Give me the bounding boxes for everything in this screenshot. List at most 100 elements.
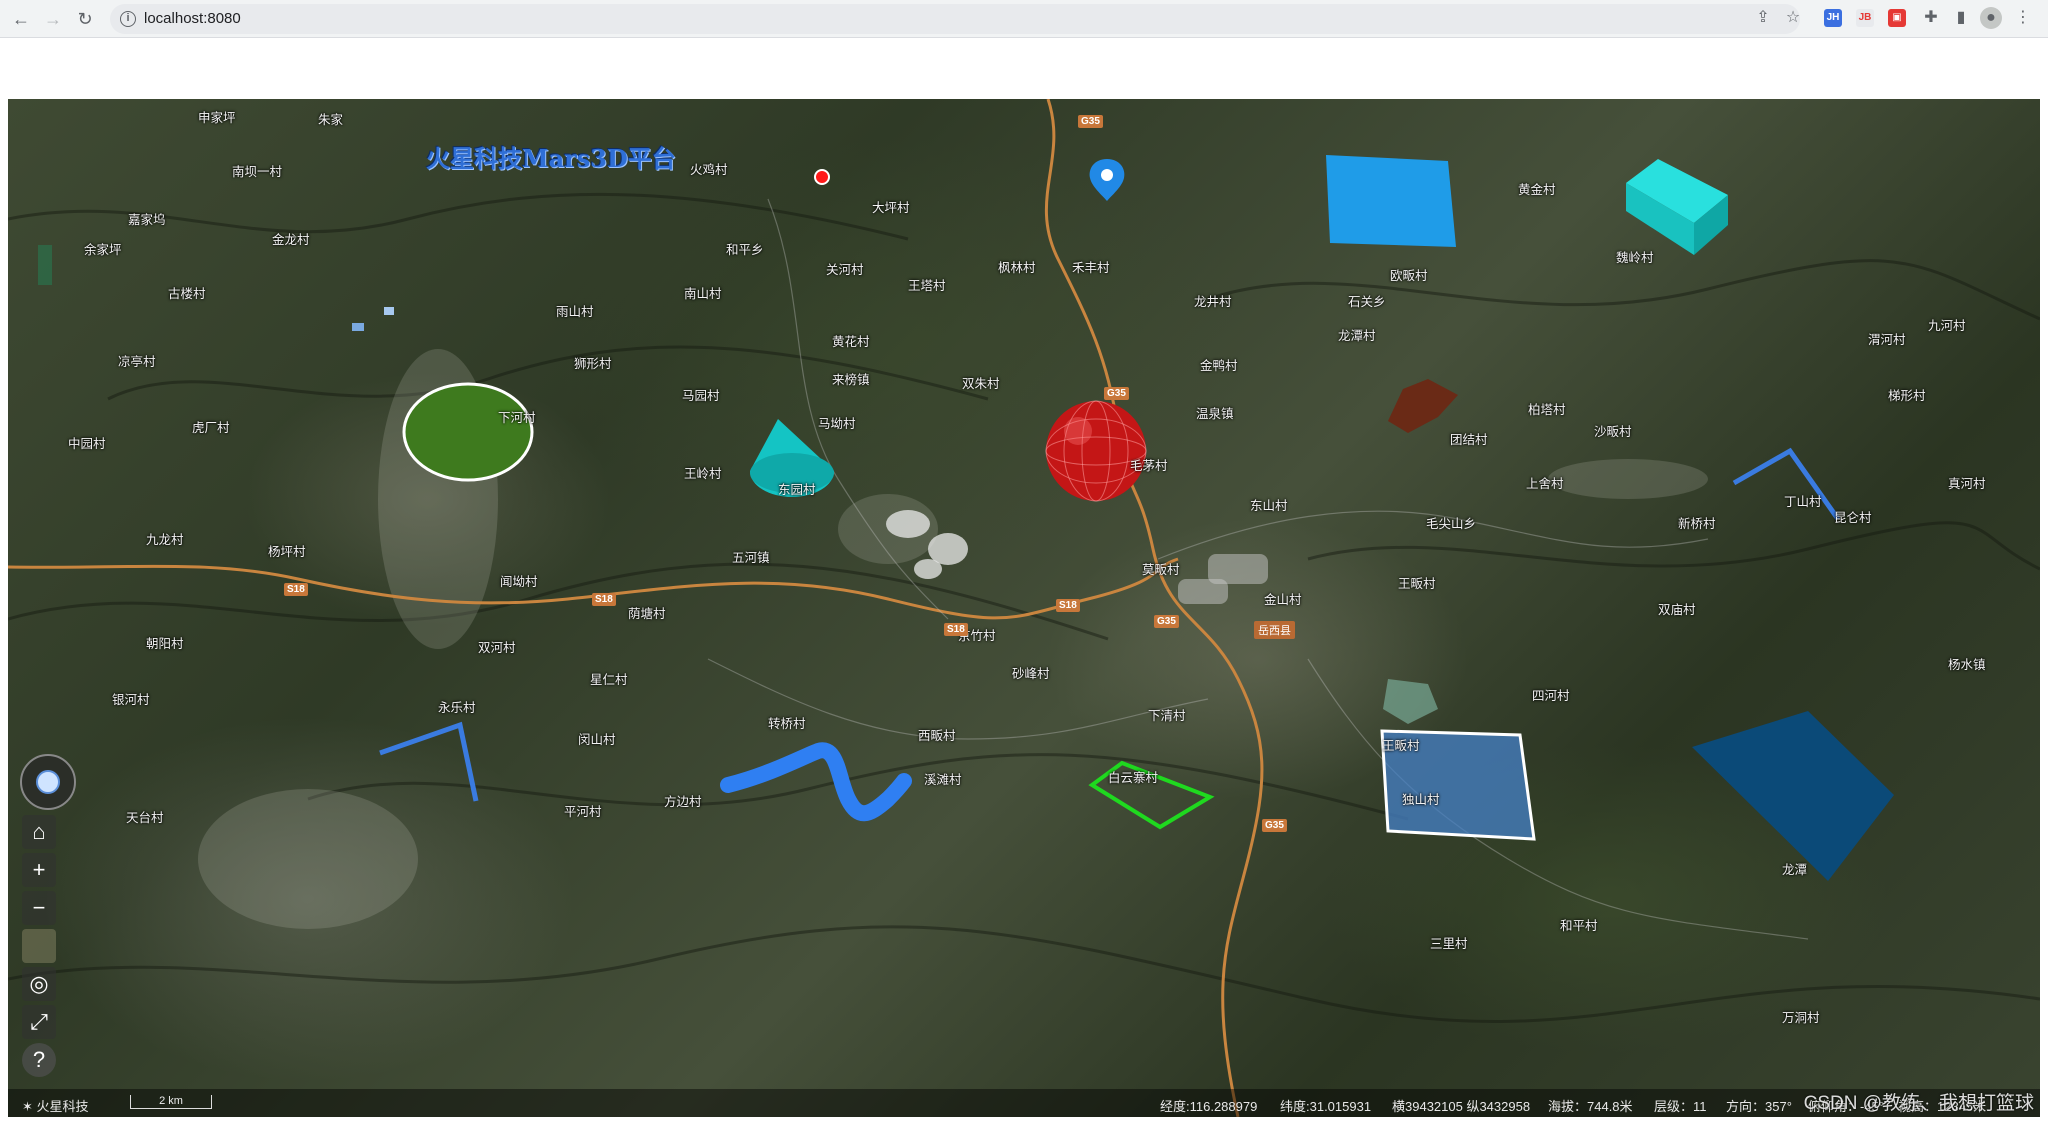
place-label: 石关乡: [1348, 295, 1386, 309]
place-label: 关河村: [826, 263, 864, 277]
latitude-readout: 纬度:31.015931: [1280, 1099, 1372, 1114]
place-label: 王畈村: [1382, 739, 1420, 753]
blue-water-rectangle-entity[interactable]: [1326, 155, 1456, 247]
zoom-in-button[interactable]: +: [22, 853, 56, 887]
place-label: 南山村: [684, 287, 722, 301]
place-label: 金山村: [1264, 593, 1302, 607]
county-label: 岳西县: [1254, 621, 1295, 639]
address-bar[interactable]: i localhost:8080: [110, 4, 1800, 34]
place-label: 双河村: [478, 641, 516, 655]
place-label: 温泉镇: [1196, 407, 1234, 421]
compass-navigator[interactable]: [20, 754, 76, 810]
place-label: 余家坪: [84, 243, 122, 257]
compass-icon[interactable]: [36, 770, 60, 794]
place-label: 毛茅村: [1130, 459, 1168, 473]
place-label: 沙畈村: [1594, 425, 1632, 439]
place-label: 王岭村: [684, 467, 722, 481]
place-label: 毛尖山乡: [1426, 517, 1477, 531]
home-icon: ⌂: [32, 819, 46, 844]
place-label: 闻坳村: [500, 575, 538, 589]
place-label: 申家坪: [198, 111, 236, 125]
road-shield-s18: S18: [592, 593, 616, 606]
road-shield-g35: G35: [1154, 615, 1179, 628]
road-shield-g35: G35: [1262, 819, 1287, 832]
profile-avatar-icon[interactable]: ●: [1980, 7, 2002, 29]
extensions-puzzle-icon[interactable]: ✚: [1920, 7, 1942, 29]
map-viewport[interactable]: 火星科技Mars3D平台 申家坪 朱家 南坝一村 嘉家坞 余家坪 古楼村 金龙村…: [8, 99, 2040, 1117]
map-graphics: [8, 99, 2040, 1117]
place-label: 龙井村: [1194, 295, 1232, 309]
basemap-picker-button[interactable]: [22, 929, 56, 963]
place-label: 狮形村: [574, 357, 612, 371]
forward-icon[interactable]: →: [40, 6, 66, 32]
extension-jh-icon[interactable]: JH: [1824, 9, 1842, 27]
county-town-area: [1178, 554, 1268, 604]
place-label: 九河村: [1928, 319, 1966, 333]
heading-readout: 方向：357°: [1726, 1099, 1792, 1114]
place-label: 独山村: [1402, 793, 1440, 807]
cyan-box-entity[interactable]: [1626, 159, 1728, 255]
blue-decal: [384, 307, 394, 315]
place-label: 下清村: [1148, 709, 1186, 723]
place-label: 西畈村: [918, 729, 956, 743]
blue-wave-polyline[interactable]: [720, 742, 912, 822]
place-label: 团结村: [1450, 433, 1488, 447]
altitude-readout: 海拔：744.8米: [1548, 1099, 1633, 1114]
back-icon[interactable]: ←: [8, 6, 34, 32]
road-shield-s18: S18: [284, 583, 308, 596]
brown-model-entity[interactable]: [1388, 379, 1458, 433]
extension-red-icon[interactable]: ▣: [1888, 9, 1906, 27]
blue-polyline-left[interactable]: [379, 721, 479, 802]
platform-title: 火星科技Mars3D平台: [426, 144, 676, 173]
red-point-marker[interactable]: [814, 169, 830, 185]
place-label: 欧畈村: [1390, 269, 1428, 283]
place-label: 金鸭村: [1200, 359, 1238, 373]
dark-blue-polygon-entity[interactable]: [1692, 711, 1894, 881]
road-s18: [8, 557, 1179, 620]
extension-jb-icon[interactable]: JB: [1856, 9, 1874, 27]
scale-bar: 2 km: [130, 1095, 212, 1109]
place-label: 砂峰村: [1012, 667, 1050, 681]
zoom-out-button[interactable]: −: [22, 891, 56, 925]
green-ellipse-entity[interactable]: [402, 382, 534, 482]
lake: [1383, 679, 1438, 724]
place-label: 四河村: [1532, 689, 1570, 703]
place-label: 溪滩村: [924, 773, 962, 787]
red-sphere-entity[interactable]: [1045, 400, 1147, 502]
url-text[interactable]: localhost:8080: [144, 10, 241, 27]
place-label: 梯形村: [1888, 389, 1926, 403]
scene-mode-button[interactable]: ◎: [22, 967, 56, 1001]
place-label: 东园村: [778, 483, 816, 497]
road-shield-g35: G35: [1104, 387, 1129, 400]
place-label: 新桥村: [1678, 517, 1716, 531]
reload-icon[interactable]: ↻: [72, 6, 98, 32]
help-button[interactable]: ?: [22, 1043, 56, 1077]
fullscreen-button[interactable]: ⤢: [22, 1005, 56, 1039]
place-label: 枫林村: [998, 261, 1036, 275]
place-label: 黄金村: [1518, 183, 1556, 197]
place-label: 银河村: [112, 693, 150, 707]
place-label: 古楼村: [168, 287, 206, 301]
place-label: 龙潭: [1782, 863, 1808, 877]
longitude-readout: 经度:116.288979: [1160, 1099, 1258, 1114]
place-label: 白云寨村: [1108, 771, 1159, 785]
site-info-icon[interactable]: i: [120, 11, 136, 27]
globe-icon: ◎: [29, 971, 49, 996]
place-label: 虎厂村: [192, 421, 230, 435]
bookmark-star-icon[interactable]: ☆: [1782, 7, 1804, 29]
place-label: 星仁村: [590, 673, 628, 687]
xy-readout: 横39432105 纵3432958: [1392, 1099, 1531, 1114]
place-label: 方边村: [664, 795, 702, 809]
place-label: 上舍村: [1526, 477, 1564, 491]
place-label: 魏岭村: [1616, 251, 1654, 265]
place-label: 龙潭村: [1338, 329, 1376, 343]
side-panel-icon[interactable]: ▮: [1950, 7, 1972, 29]
road-shield-s18: S18: [944, 623, 968, 636]
place-label: 杨坪村: [268, 545, 306, 559]
csdn-watermark: CSDN @教练、我想打篮球: [1803, 1093, 2034, 1114]
menu-kebab-icon[interactable]: ⋮: [2012, 7, 2034, 29]
home-button[interactable]: ⌂: [22, 815, 56, 849]
share-icon[interactable]: ⇪: [1752, 7, 1774, 29]
place-label: 来榜镇: [832, 373, 870, 387]
blue-pin-marker-icon[interactable]: [1089, 159, 1125, 201]
